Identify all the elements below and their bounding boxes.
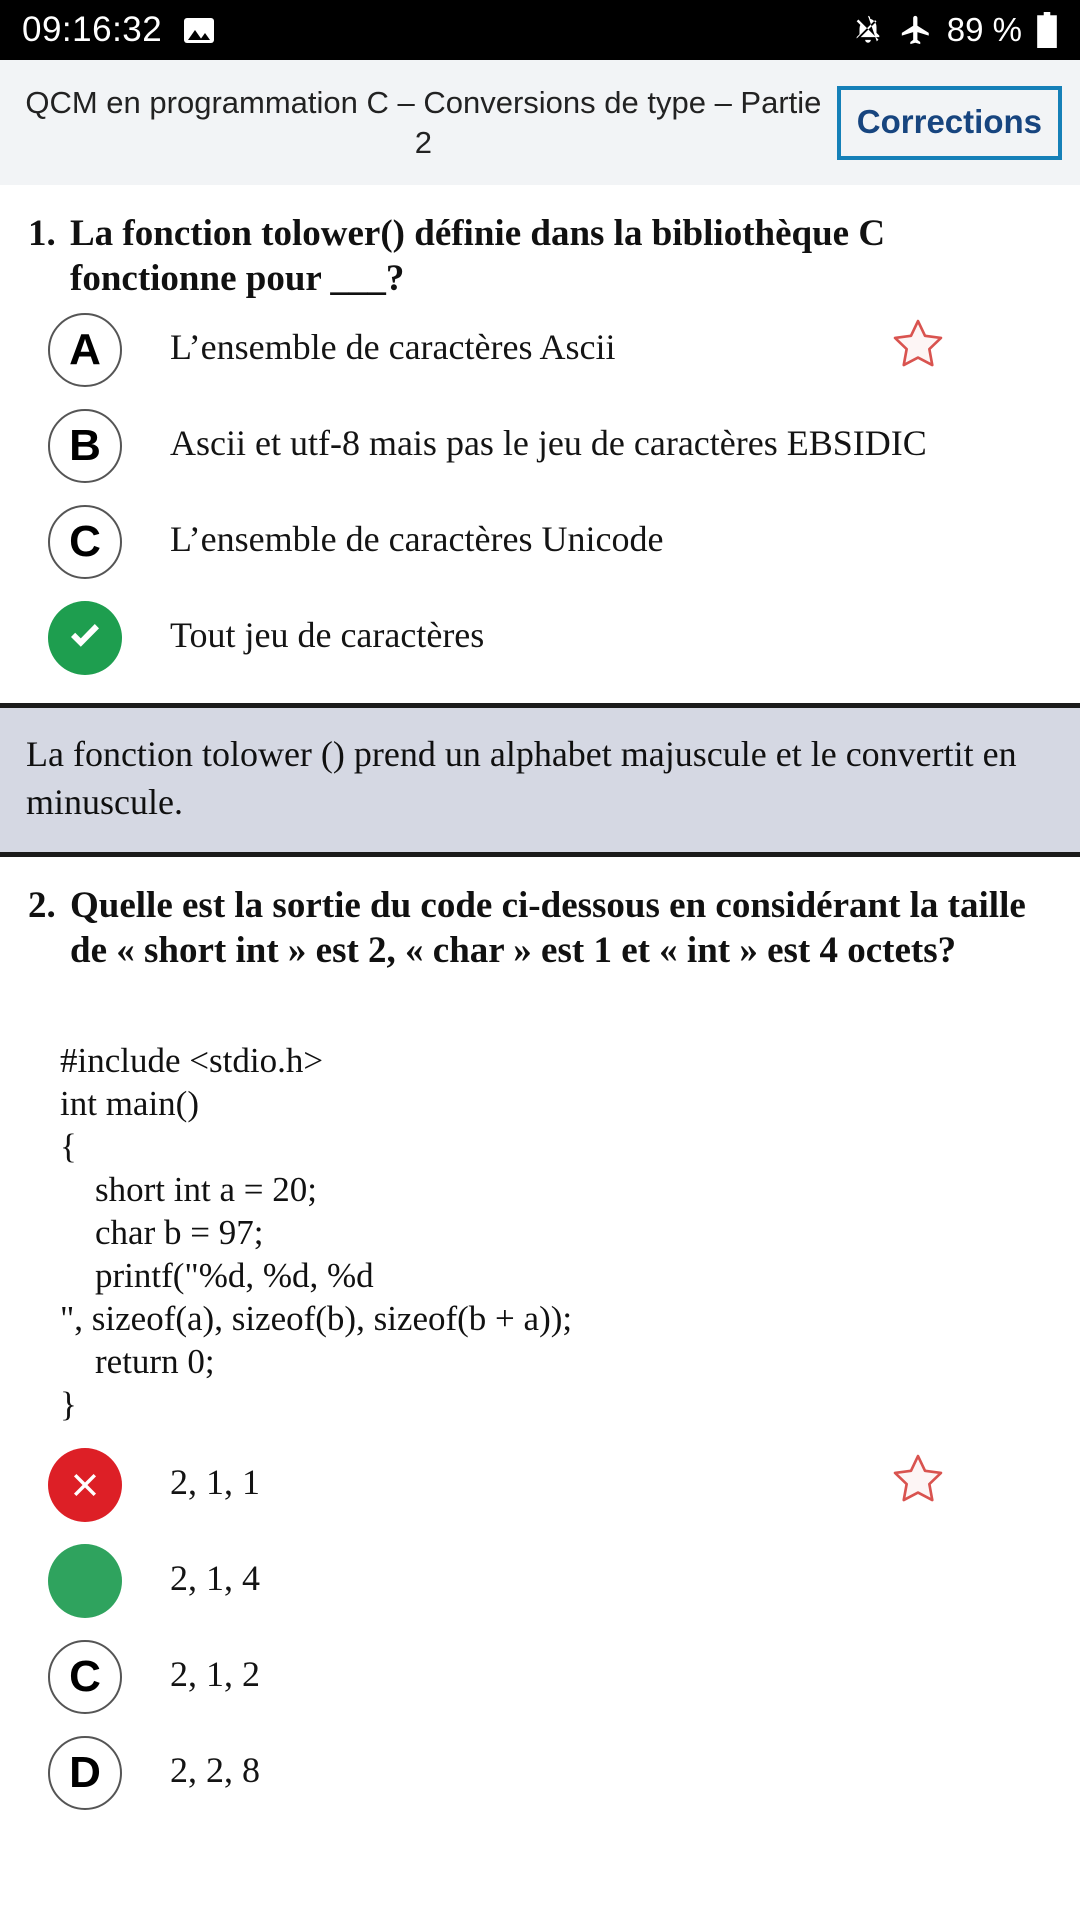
- battery-icon: [1037, 12, 1057, 48]
- option-row[interactable]: B Ascii et utf-8 mais pas le jeu de cara…: [28, 397, 1052, 493]
- quiz-content: 1. La fonction tolower() définie dans la…: [0, 185, 1080, 1820]
- option-row[interactable]: 2, 1, 1: [28, 1436, 1052, 1532]
- option-label: L’ensemble de caractères Unicode: [170, 519, 664, 559]
- question-1-options: A L’ensemble de caractères Ascii B Ascii…: [0, 301, 1080, 685]
- page-title: QCM en programmation C – Conversions de …: [25, 84, 822, 160]
- status-bar-clock: 09:16:32: [22, 10, 163, 49]
- status-bar: 09:16:32 89 %: [0, 0, 1080, 60]
- question-1-explanation: La fonction tolower () prend un alphabet…: [0, 703, 1080, 857]
- question-2: 2. Quelle est la sortie du code ci-desso…: [0, 857, 1080, 973]
- image-icon: [184, 17, 215, 43]
- option-row[interactable]: A L’ensemble de caractères Ascii: [28, 301, 1052, 397]
- option-label: Tout jeu de caractères: [170, 615, 485, 655]
- option-badge-c[interactable]: C: [48, 505, 122, 579]
- question-1: 1. La fonction tolower() définie dans la…: [0, 185, 1080, 301]
- option-label: 2, 2, 8: [170, 1750, 260, 1790]
- question-2-text: Quelle est la sortie du code ci-dessous …: [70, 885, 1026, 971]
- option-row[interactable]: C L’ensemble de caractères Unicode: [28, 493, 1052, 589]
- status-bar-notification-icons: [184, 17, 215, 43]
- star-outline-icon[interactable]: [889, 315, 947, 373]
- option-badge-correct[interactable]: [48, 1544, 122, 1618]
- question-2-number: 2.: [28, 885, 56, 926]
- close-icon: [73, 1473, 97, 1497]
- airplane-mode-icon: [901, 15, 929, 45]
- corrections-button[interactable]: Corrections: [836, 85, 1062, 160]
- option-row[interactable]: D 2, 2, 8: [28, 1724, 1052, 1820]
- option-badge-c[interactable]: C: [48, 1640, 122, 1714]
- question-1-number: 1.: [28, 213, 56, 254]
- question-1-text: La fonction tolower() définie dans la bi…: [70, 213, 886, 299]
- option-label: 2, 1, 2: [170, 1654, 260, 1694]
- option-badge-a[interactable]: A: [48, 313, 122, 387]
- battery-percentage: 89 %: [946, 11, 1022, 48]
- code-spacer: [0, 973, 1080, 1021]
- question-2-code-block: #include <stdio.h> int main() { short in…: [60, 1041, 573, 1424]
- option-badge-d[interactable]: D: [48, 1736, 122, 1810]
- option-badge-b[interactable]: B: [48, 409, 122, 483]
- bell-off-icon: [856, 15, 880, 43]
- star-outline-icon[interactable]: [889, 1450, 947, 1508]
- option-row[interactable]: C 2, 1, 2: [28, 1628, 1052, 1724]
- status-bar-system-icons: 89 %: [851, 11, 1058, 49]
- option-label: 2, 1, 4: [170, 1558, 260, 1598]
- option-badge-wrong-cross[interactable]: [48, 1448, 122, 1522]
- option-row[interactable]: Tout jeu de caractères: [28, 589, 1052, 685]
- option-label: Ascii et utf-8 mais pas le jeu de caract…: [170, 423, 927, 463]
- option-badge-correct-check[interactable]: [48, 601, 122, 675]
- question-2-options: 2, 1, 1 2, 1, 4 C 2, 1, 2 D 2, 2, 8: [0, 1436, 1080, 1820]
- check-icon: [71, 624, 99, 647]
- app-header: QCM en programmation C – Conversions de …: [0, 60, 1080, 185]
- option-row[interactable]: 2, 1, 4: [28, 1532, 1052, 1628]
